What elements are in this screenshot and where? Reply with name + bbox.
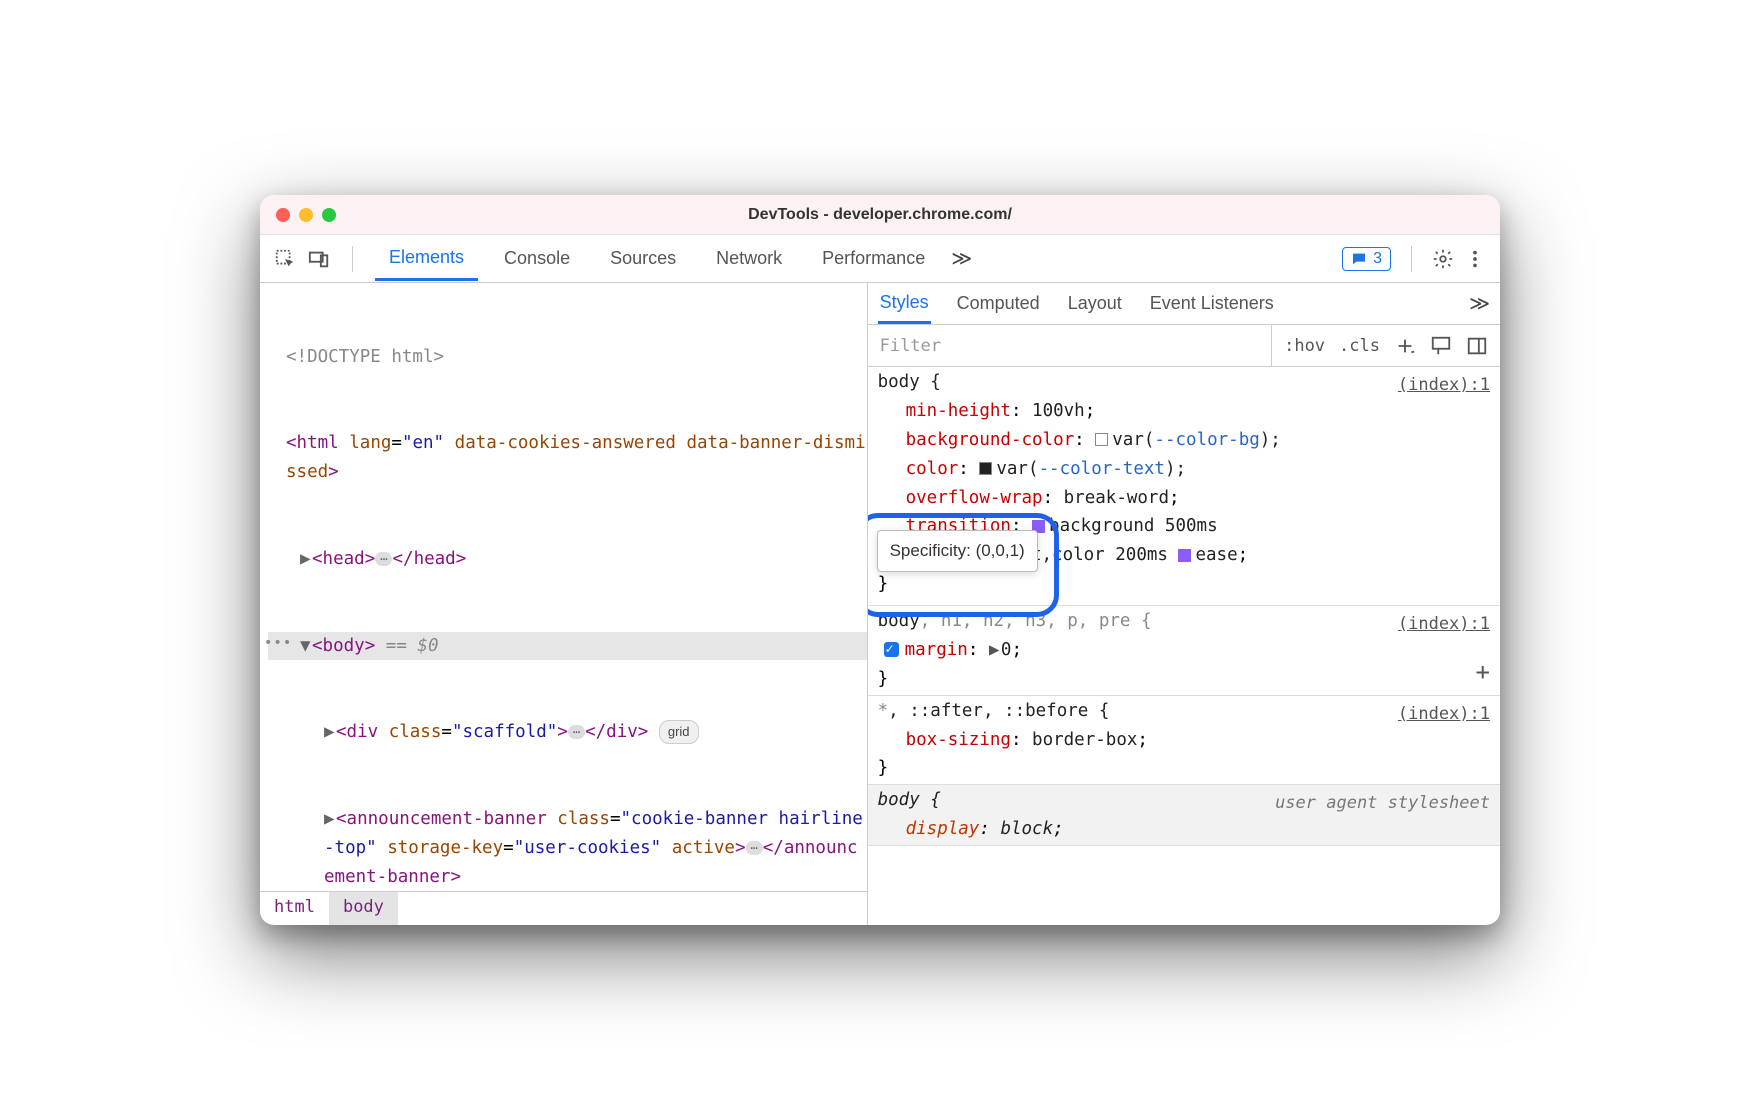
rule-source-label: user agent stylesheet <box>1275 789 1490 817</box>
subtab-event-listeners[interactable]: Event Listeners <box>1148 285 1276 322</box>
styles-filter-bar: :hov .cls <box>868 325 1500 367</box>
issues-count: 3 <box>1373 250 1382 268</box>
styles-subtabs: Styles Computed Layout Event Listeners ≫ <box>868 283 1500 325</box>
inspect-element-icon[interactable] <box>274 248 296 270</box>
titlebar: DevTools - developer.chrome.com/ <box>260 195 1500 235</box>
css-rule: (index):1 body, h1, h2, h3, p, pre { mar… <box>868 606 1500 696</box>
ellipsis-icon[interactable]: ⋯ <box>568 725 585 739</box>
panels-container: <!DOCTYPE html> <html lang="en" data-coo… <box>260 283 1500 925</box>
css-rule-ua: user agent stylesheet body { display: bl… <box>868 785 1500 846</box>
dom-tree[interactable]: <!DOCTYPE html> <html lang="en" data-coo… <box>260 283 867 891</box>
rule-source-link[interactable]: (index):1 <box>1398 700 1490 728</box>
window-title: DevTools - developer.chrome.com/ <box>260 206 1500 224</box>
tab-elements[interactable]: Elements <box>375 237 478 281</box>
specificity-highlight: Specificity: (0,0,1) <box>868 513 1059 617</box>
message-icon <box>1351 251 1367 267</box>
property-checkbox[interactable] <box>884 642 899 657</box>
toolbar-separator <box>1411 246 1412 272</box>
subtab-styles[interactable]: Styles <box>878 284 931 324</box>
tab-console[interactable]: Console <box>490 238 584 279</box>
breadcrumb: html body <box>260 891 867 925</box>
breadcrumb-html[interactable]: html <box>260 892 329 925</box>
toggle-sidebar-icon[interactable] <box>1466 335 1488 357</box>
styles-panel: Styles Computed Layout Event Listeners ≫… <box>868 283 1500 925</box>
bezier-swatch-icon[interactable] <box>1178 549 1191 562</box>
breadcrumb-body[interactable]: body <box>329 892 398 925</box>
styles-filter-input[interactable] <box>868 325 1272 366</box>
new-style-rule-icon[interactable] <box>1394 335 1416 357</box>
subtab-computed[interactable]: Computed <box>955 285 1042 322</box>
color-swatch-icon[interactable] <box>1095 433 1108 446</box>
issues-badge[interactable]: 3 <box>1342 247 1391 271</box>
rule-source-link[interactable]: (index):1 <box>1398 371 1490 399</box>
device-toolbar-icon[interactable] <box>308 248 330 270</box>
tab-sources[interactable]: Sources <box>596 238 690 279</box>
more-subtabs-button[interactable]: ≫ <box>1469 291 1490 316</box>
tab-network[interactable]: Network <box>702 238 796 279</box>
ellipsis-icon[interactable]: ⋯ <box>746 841 763 855</box>
more-tabs-button[interactable]: ≫ <box>951 246 972 271</box>
cls-toggle[interactable]: .cls <box>1339 336 1380 356</box>
doctype-node: <!DOCTYPE html> <box>286 347 444 367</box>
specificity-tooltip: Specificity: (0,0,1) <box>877 530 1038 572</box>
hov-toggle[interactable]: :hov <box>1284 336 1325 356</box>
styles-list[interactable]: (index):1 body { min-height: 100vh; back… <box>868 367 1500 925</box>
elements-panel: <!DOCTYPE html> <html lang="en" data-coo… <box>260 283 868 925</box>
rule-source-link[interactable]: (index):1 <box>1398 610 1490 638</box>
grid-badge[interactable]: grid <box>659 720 699 743</box>
kebab-menu-icon[interactable] <box>1464 248 1486 270</box>
body-node-selected[interactable]: •••▼<body> == $0 <box>268 632 867 661</box>
css-rule: (index):1 *, ::after, ::before { box-siz… <box>868 696 1500 786</box>
tab-performance[interactable]: Performance <box>808 238 939 279</box>
devtools-window: DevTools - developer.chrome.com/ Element… <box>260 195 1500 925</box>
add-declaration-button[interactable]: + <box>1476 653 1490 693</box>
toolbar-separator <box>352 246 353 272</box>
color-swatch-icon[interactable] <box>979 462 992 475</box>
gear-icon[interactable] <box>1432 248 1454 270</box>
subtab-layout[interactable]: Layout <box>1066 285 1124 322</box>
ellipsis-icon[interactable]: ⋯ <box>375 552 392 566</box>
main-toolbar: Elements Console Sources Network Perform… <box>260 235 1500 283</box>
format-icon[interactable] <box>1430 335 1452 357</box>
